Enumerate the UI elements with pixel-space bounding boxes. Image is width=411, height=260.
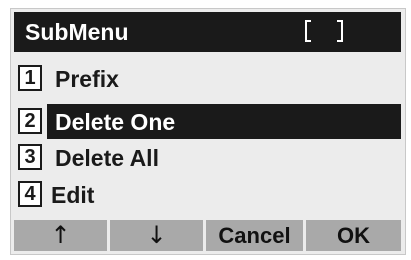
menu-item-label-area: Prefix (47, 61, 401, 96)
phone-display: SubMenu 1 Prefix 2 Delete One 3 Delete A… (10, 8, 406, 255)
menu-item-prefix[interactable]: 1 Prefix (14, 61, 401, 96)
menu-item-number: 1 (18, 65, 42, 91)
bracket-left-shape (305, 20, 311, 42)
softkey-up-arrow-icon[interactable]: ↑ (14, 220, 107, 251)
menu-item-highlight: Delete One (47, 104, 401, 139)
menu-item-label: Edit (51, 182, 95, 208)
title-bar: SubMenu (14, 12, 401, 52)
menu-item-label: Delete One (55, 109, 176, 135)
menu-item-delete-all[interactable]: 3 Delete All (14, 140, 401, 175)
softkey-cancel-button[interactable]: Cancel (206, 220, 303, 251)
menu-item-delete-one[interactable]: 2 Delete One (14, 104, 401, 139)
softkey-bar: ↑ ↓ Cancel OK (14, 220, 401, 251)
menu-item-label: Delete All (55, 145, 159, 171)
menu-item-number: 2 (18, 108, 42, 134)
title-text: SubMenu (25, 19, 129, 45)
menu-item-label-area: Delete All (47, 140, 401, 175)
softkey-ok-button[interactable]: OK (306, 220, 401, 251)
brackets-icon (305, 20, 343, 44)
menu-item-edit[interactable]: 4 Edit (14, 177, 401, 212)
menu-item-label-area: Edit (47, 177, 401, 212)
menu-item-label: Prefix (55, 66, 119, 92)
bracket-right-shape (337, 20, 343, 42)
softkey-down-arrow-icon[interactable]: ↓ (110, 220, 203, 251)
menu-item-number: 4 (18, 181, 42, 207)
menu-item-number: 3 (18, 144, 42, 170)
